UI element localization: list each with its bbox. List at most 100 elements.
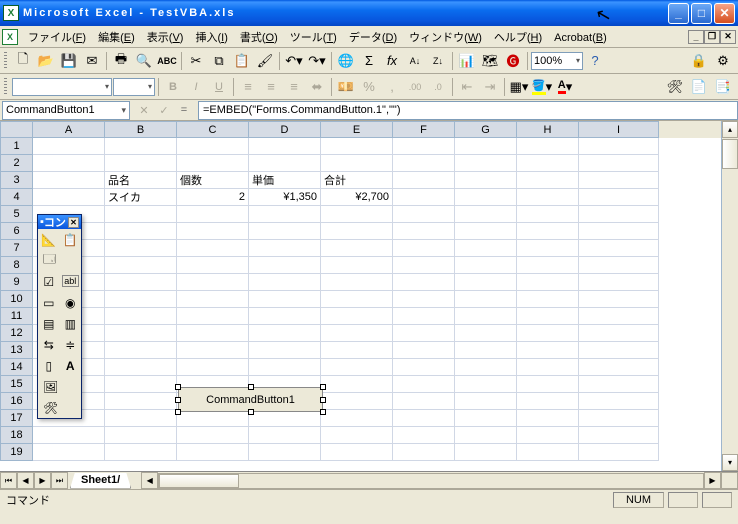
cell-F1[interactable] — [393, 138, 455, 155]
row-header-10[interactable]: 10 — [0, 291, 33, 308]
row-header-19[interactable]: 19 — [0, 444, 33, 461]
cell-G12[interactable] — [455, 325, 517, 342]
cell-I1[interactable] — [579, 138, 659, 155]
cell-C10[interactable] — [177, 291, 249, 308]
cell-H15[interactable] — [517, 376, 579, 393]
spin-icon[interactable]: ≑ — [60, 334, 82, 355]
zoom-combo[interactable]: 100% — [531, 52, 583, 70]
format-painter-icon[interactable]: 🖌 — [254, 50, 276, 72]
font-combo[interactable] — [12, 78, 112, 96]
save-icon[interactable]: 💾 — [58, 50, 80, 72]
cell-E12[interactable] — [321, 325, 393, 342]
toolbox-close-icon[interactable]: ✕ — [68, 217, 79, 228]
cell-G17[interactable] — [455, 410, 517, 427]
menu-ツール[interactable]: ツール(T) — [284, 30, 343, 46]
cell-H11[interactable] — [517, 308, 579, 325]
align-center-icon[interactable]: ≡ — [260, 76, 282, 98]
cell-F2[interactable] — [393, 155, 455, 172]
cell-B5[interactable] — [105, 206, 177, 223]
minimize-button[interactable]: _ — [668, 3, 689, 24]
row-header-2[interactable]: 2 — [0, 155, 33, 172]
cell-C6[interactable] — [177, 223, 249, 240]
cell-I12[interactable] — [579, 325, 659, 342]
row-header-7[interactable]: 7 — [0, 240, 33, 257]
tab-last-icon[interactable]: ⏭ — [51, 472, 68, 489]
properties-icon[interactable]: 📋 — [60, 229, 82, 250]
cell-C4[interactable]: 2 — [177, 189, 249, 206]
menu-データ[interactable]: データ(D) — [343, 30, 403, 46]
cell-I8[interactable] — [579, 257, 659, 274]
menu-挿入[interactable]: 挿入(I) — [189, 30, 233, 46]
cell-F7[interactable] — [393, 240, 455, 257]
mail-icon[interactable]: ✉ — [81, 50, 103, 72]
view-code-icon[interactable]: 🗔 — [38, 250, 81, 271]
cell-I18[interactable] — [579, 427, 659, 444]
col-header-G[interactable]: G — [455, 121, 517, 138]
cell-H1[interactable] — [517, 138, 579, 155]
name-box[interactable]: CommandButton1 — [2, 101, 130, 120]
cell-H2[interactable] — [517, 155, 579, 172]
cell-F3[interactable] — [393, 172, 455, 189]
cell-C1[interactable] — [177, 138, 249, 155]
cell-E3[interactable]: 合計 — [321, 172, 393, 189]
row-header-15[interactable]: 15 — [0, 376, 33, 393]
cell-E18[interactable] — [321, 427, 393, 444]
cell-E11[interactable] — [321, 308, 393, 325]
cell-I11[interactable] — [579, 308, 659, 325]
cell-G7[interactable] — [455, 240, 517, 257]
col-header-A[interactable]: A — [33, 121, 105, 138]
cell-G16[interactable] — [455, 393, 517, 410]
cell-F16[interactable] — [393, 393, 455, 410]
row-header-1[interactable]: 1 — [0, 138, 33, 155]
cell-C7[interactable] — [177, 240, 249, 257]
sort-asc-icon[interactable]: A↓ — [404, 50, 426, 72]
cell-D8[interactable] — [249, 257, 321, 274]
cell-D19[interactable] — [249, 444, 321, 461]
horizontal-scrollbar[interactable]: ◀ ▶ — [141, 472, 721, 489]
menu-書式[interactable]: 書式(O) — [234, 30, 284, 46]
cell-F19[interactable] — [393, 444, 455, 461]
cell-G15[interactable] — [455, 376, 517, 393]
redo-icon[interactable]: ↷▾ — [306, 50, 328, 72]
col-header-B[interactable]: B — [105, 121, 177, 138]
cell-G14[interactable] — [455, 359, 517, 376]
cell-F10[interactable] — [393, 291, 455, 308]
close-button[interactable]: ✕ — [714, 3, 735, 24]
cell-F13[interactable] — [393, 342, 455, 359]
percent-icon[interactable]: % — [358, 76, 380, 98]
cell-B8[interactable] — [105, 257, 177, 274]
row-header-12[interactable]: 12 — [0, 325, 33, 342]
cell-D12[interactable] — [249, 325, 321, 342]
mdi-restore-button[interactable]: ❐ — [704, 30, 720, 44]
checkbox-icon[interactable]: ☑ — [38, 271, 60, 292]
cell-H14[interactable] — [517, 359, 579, 376]
cell-E17[interactable] — [321, 410, 393, 427]
cell-E7[interactable] — [321, 240, 393, 257]
cell-F12[interactable] — [393, 325, 455, 342]
cell-C5[interactable] — [177, 206, 249, 223]
col-header-H[interactable]: H — [517, 121, 579, 138]
open-icon[interactable]: 📂 — [35, 50, 57, 72]
bold-icon[interactable]: B — [162, 76, 184, 98]
workbook-icon[interactable]: X — [2, 29, 18, 45]
combobox-icon[interactable]: ▥ — [60, 313, 82, 334]
pdf2-icon[interactable]: 📑 — [712, 76, 734, 98]
hscroll-thumb[interactable] — [159, 474, 239, 488]
cell-I19[interactable] — [579, 444, 659, 461]
row-header-6[interactable]: 6 — [0, 223, 33, 240]
print-icon[interactable]: 🖶 — [110, 50, 132, 72]
cell-I7[interactable] — [579, 240, 659, 257]
cell-H19[interactable] — [517, 444, 579, 461]
align-right-icon[interactable]: ≡ — [283, 76, 305, 98]
textbox-icon[interactable]: abl — [62, 275, 80, 287]
cell-E6[interactable] — [321, 223, 393, 240]
spellcheck-icon[interactable]: ABC — [156, 50, 178, 72]
cell-C9[interactable] — [177, 274, 249, 291]
cell-D11[interactable] — [249, 308, 321, 325]
cell-H13[interactable] — [517, 342, 579, 359]
row-header-13[interactable]: 13 — [0, 342, 33, 359]
control-toolbox[interactable]: ▪ コン✕ 📐 📋 🗔 ☑ abl ▭ ◉ ▤ ▥ ⇆ ≑ ▯ A 🖼 🛠 — [37, 214, 82, 419]
cell-I16[interactable] — [579, 393, 659, 410]
cell-B6[interactable] — [105, 223, 177, 240]
cell-B14[interactable] — [105, 359, 177, 376]
